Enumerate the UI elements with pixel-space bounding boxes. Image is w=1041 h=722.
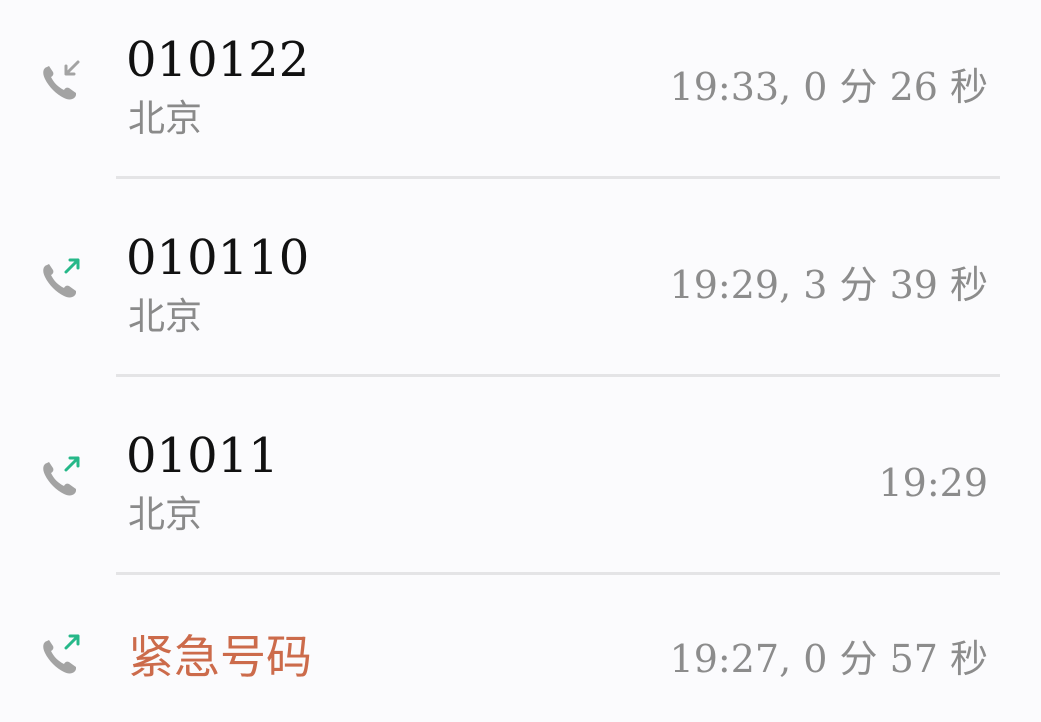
incoming-call-icon	[43, 60, 80, 100]
call-log-item[interactable]: 01011 北京 19:29	[0, 396, 1041, 592]
number-location: 北京	[128, 493, 202, 536]
phone-number: 010122	[126, 32, 310, 88]
call-log-list: 010122 北京 19:33, 0 分 26 秒 010110 北京 19:2…	[0, 0, 1041, 722]
call-log-item[interactable]: 010110 北京 19:29, 3 分 39 秒	[0, 198, 1041, 394]
call-time: 19:29	[878, 461, 988, 505]
number-location: 北京	[128, 97, 202, 140]
outgoing-call-icon	[43, 456, 80, 496]
emergency-number-label: 紧急号码	[128, 630, 312, 684]
outgoing-call-icon	[43, 258, 80, 298]
call-time-duration: 19:27, 0 分 57 秒	[669, 637, 988, 681]
call-time-duration: 19:33, 0 分 26 秒	[669, 65, 988, 109]
call-log-item[interactable]: 010122 北京 19:33, 0 分 26 秒	[0, 0, 1041, 196]
row-divider	[116, 572, 1000, 575]
phone-number: 01011	[126, 428, 279, 484]
call-log-item[interactable]: 紧急号码 19:27, 0 分 57 秒	[0, 594, 1041, 722]
row-divider	[116, 176, 1000, 179]
number-location: 北京	[128, 295, 202, 338]
phone-number: 010110	[126, 230, 310, 286]
call-time-duration: 19:29, 3 分 39 秒	[669, 263, 988, 307]
row-divider	[116, 374, 1000, 377]
outgoing-call-icon	[43, 634, 80, 674]
